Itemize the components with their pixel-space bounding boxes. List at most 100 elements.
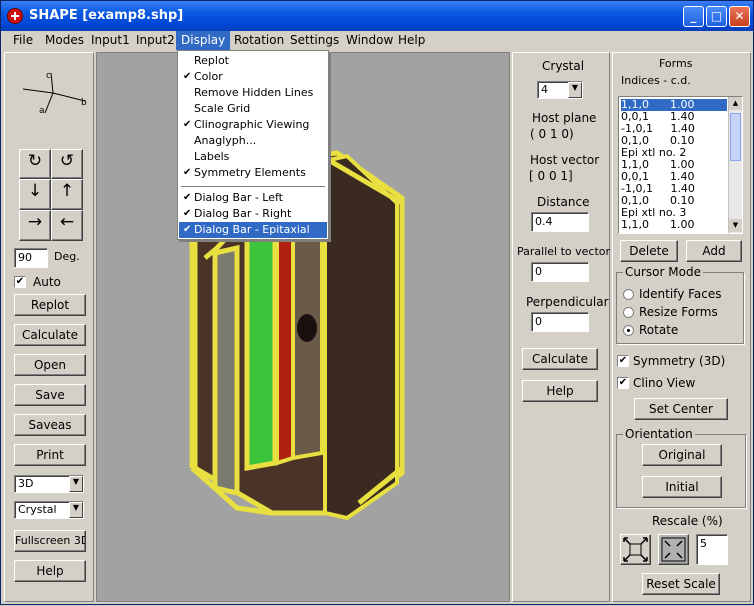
delete-button[interactable]: Delete bbox=[620, 240, 678, 262]
forms-scrollbar[interactable]: ▲ ▼ bbox=[728, 97, 742, 233]
menu-display[interactable]: Display bbox=[176, 31, 231, 50]
menu-input1[interactable]: Input1 bbox=[86, 31, 135, 50]
menu-item-remove-hidden-lines[interactable]: Remove Hidden Lines bbox=[179, 85, 327, 101]
arrow-right-icon: → bbox=[27, 212, 43, 232]
host-vector-value: [ 0 0 1] bbox=[529, 169, 573, 183]
add-button[interactable]: Add bbox=[686, 240, 742, 262]
rotate-radio[interactable] bbox=[623, 325, 634, 336]
menu-item-labels[interactable]: Labels bbox=[179, 149, 327, 165]
window-title: SHAPE [examp8.shp] bbox=[29, 8, 184, 23]
reset-scale-button[interactable]: Reset Scale bbox=[642, 573, 720, 595]
identify-faces-label: Identify Faces bbox=[639, 287, 722, 301]
rotate-left-button[interactable]: ← bbox=[51, 210, 83, 241]
perpendicular-label: Perpendicular bbox=[526, 295, 609, 309]
rotate-ccw-icon: ↺ bbox=[59, 151, 75, 171]
axis-label-a: a bbox=[39, 106, 45, 116]
set-center-button[interactable]: Set Center bbox=[634, 398, 728, 420]
menu-item-replot[interactable]: Replot bbox=[179, 53, 327, 69]
arrow-left-icon: ← bbox=[59, 212, 75, 232]
expand-icon bbox=[623, 537, 648, 562]
menu-item-dialog-bar-epitaxial[interactable]: ✔ Dialog Bar - Epitaxial bbox=[179, 222, 327, 238]
rotate-ccw-button[interactable]: ↺ bbox=[51, 149, 83, 179]
auto-label: Auto bbox=[33, 275, 61, 289]
identify-faces-radio[interactable] bbox=[623, 289, 634, 300]
crystal-green-face bbox=[244, 230, 278, 471]
app-window: SHAPE [examp8.shp] _ □ ✕ File Modes Inpu… bbox=[0, 0, 754, 605]
rescale-input[interactable]: 5 bbox=[696, 534, 728, 565]
clino-view-label: Clino View bbox=[633, 376, 696, 390]
symmetry-3d-checkbox[interactable]: ✔ bbox=[617, 355, 629, 367]
crystal-left-slab bbox=[212, 244, 240, 497]
rotate-down-button[interactable]: ↓ bbox=[19, 179, 51, 210]
rotate-up-button[interactable]: ↑ bbox=[51, 179, 83, 210]
display-dropdown-menu: Replot ✔ Color Remove Hidden Lines Scale … bbox=[177, 50, 329, 240]
menu-item-color[interactable]: ✔ Color bbox=[179, 69, 327, 85]
axes-icon: c b a bbox=[22, 71, 87, 116]
clino-view-checkbox[interactable]: ✔ bbox=[617, 377, 629, 389]
chevron-down-icon[interactable]: ▼ bbox=[69, 502, 83, 518]
rotate-cw-button[interactable]: ↻ bbox=[19, 149, 51, 179]
distance-input[interactable]: 0.4 bbox=[531, 212, 589, 232]
open-button[interactable]: Open bbox=[14, 354, 86, 376]
menu-input2[interactable]: Input2 bbox=[131, 31, 180, 50]
calculate-button[interactable]: Calculate bbox=[14, 324, 86, 346]
epitaxial-help-button[interactable]: Help bbox=[522, 380, 598, 402]
shrink-button[interactable] bbox=[658, 534, 689, 565]
minimize-button[interactable]: _ bbox=[683, 6, 704, 27]
menu-item-anaglyph[interactable]: Anaglyph... bbox=[179, 133, 327, 149]
menu-item-symmetry-elements[interactable]: ✔ Symmetry Elements bbox=[179, 165, 327, 181]
left-dialog-bar: c b a ↻ ↺ ↓ ↑ → ← 90 Deg. ✔ Auto Replot … bbox=[4, 52, 94, 602]
maximize-button[interactable]: □ bbox=[706, 6, 727, 27]
forms-listbox[interactable]: 1,1,0 1.00 0,0,1 1.40 -1,0,1 1.40 0,1,0 … bbox=[618, 96, 743, 234]
auto-checkbox[interactable]: ✔ bbox=[14, 276, 26, 288]
crystal-select[interactable]: 4 ▼ bbox=[537, 81, 583, 99]
saveas-button[interactable]: Saveas bbox=[14, 414, 86, 436]
close-button[interactable]: ✕ bbox=[729, 6, 750, 27]
scroll-thumb[interactable] bbox=[730, 113, 741, 161]
initial-button[interactable]: Initial bbox=[642, 476, 722, 498]
menu-item-clinographic-viewing[interactable]: ✔ Clinographic Viewing bbox=[179, 117, 327, 133]
degrees-label: Deg. bbox=[54, 250, 80, 263]
menu-item-dialog-bar-right[interactable]: ✔ Dialog Bar - Right bbox=[179, 206, 327, 222]
orientation-title: Orientation bbox=[623, 427, 695, 441]
menu-window[interactable]: Window bbox=[341, 31, 398, 50]
list-item[interactable]: 1,1,0 1.00 bbox=[621, 219, 727, 231]
object-mode-select[interactable]: Crystal ▼ bbox=[14, 501, 84, 519]
forms-header: Indices - c.d. bbox=[621, 74, 691, 87]
print-button[interactable]: Print bbox=[14, 444, 86, 466]
menu-settings[interactable]: Settings bbox=[285, 31, 344, 50]
degrees-input[interactable]: 90 bbox=[14, 248, 48, 268]
parallel-vector-input[interactable]: 0 bbox=[531, 262, 589, 282]
menu-bar: File Modes Input1 Input2 Display Rotatio… bbox=[1, 31, 753, 51]
menu-item-dialog-bar-left[interactable]: ✔ Dialog Bar - Left bbox=[179, 190, 327, 206]
replot-button[interactable]: Replot bbox=[14, 294, 86, 316]
chevron-down-icon[interactable]: ▼ bbox=[69, 476, 83, 492]
chevron-down-icon[interactable]: ▼ bbox=[568, 82, 582, 98]
menu-separator bbox=[181, 186, 325, 188]
view-mode-select[interactable]: 3D ▼ bbox=[14, 475, 84, 493]
parallel-vector-label: Parallel to vector bbox=[517, 245, 611, 258]
menu-modes[interactable]: Modes bbox=[40, 31, 89, 50]
title-bar[interactable]: SHAPE [examp8.shp] _ □ ✕ bbox=[1, 1, 753, 31]
save-button[interactable]: Save bbox=[14, 384, 86, 406]
rotate-cw-icon: ↻ bbox=[27, 151, 43, 171]
menu-item-scale-grid[interactable]: Scale Grid bbox=[179, 101, 327, 117]
menu-file[interactable]: File bbox=[8, 31, 38, 50]
epitaxial-calculate-button[interactable]: Calculate bbox=[522, 348, 598, 370]
checkmark-icon: ✔ bbox=[183, 224, 192, 235]
crystal-label: Crystal bbox=[542, 59, 585, 73]
menu-help[interactable]: Help bbox=[393, 31, 430, 50]
resize-forms-radio[interactable] bbox=[623, 307, 634, 318]
fullscreen-3d-button[interactable]: Fullscreen 3D bbox=[14, 530, 86, 552]
shrink-icon bbox=[661, 537, 686, 562]
left-help-button[interactable]: Help bbox=[14, 560, 86, 582]
scroll-up-icon[interactable]: ▲ bbox=[729, 97, 742, 110]
perpendicular-input[interactable]: 0 bbox=[531, 312, 589, 332]
expand-button[interactable] bbox=[620, 534, 651, 565]
scroll-down-icon[interactable]: ▼ bbox=[729, 219, 742, 232]
rotate-right-button[interactable]: → bbox=[19, 210, 51, 241]
crystal-center-mark bbox=[297, 314, 317, 342]
menu-rotation[interactable]: Rotation bbox=[229, 31, 289, 50]
original-button[interactable]: Original bbox=[642, 444, 722, 466]
cursor-mode-title: Cursor Mode bbox=[623, 265, 703, 279]
